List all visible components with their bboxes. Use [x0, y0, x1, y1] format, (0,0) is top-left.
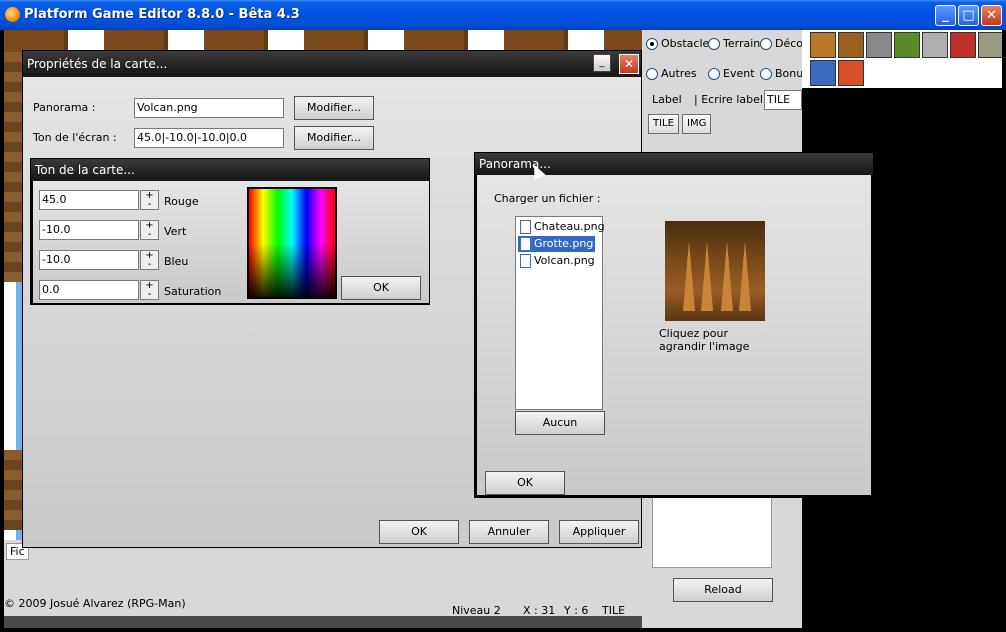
close-button[interactable]: ✕	[981, 5, 1002, 26]
dialog-close-button[interactable]: ✕	[619, 54, 639, 74]
file-icon	[520, 220, 531, 234]
list-item[interactable]: Chateau.png	[518, 219, 607, 235]
tile-swatch[interactable]	[922, 32, 948, 58]
saturation-value-input[interactable]: 0.0	[39, 280, 139, 300]
status-area: Fic © 2009 Josué Alvarez (RPG-Man) Nivea…	[4, 540, 642, 628]
minimize-button[interactable]: _	[935, 5, 956, 26]
radio-terrain[interactable]: Terrain	[708, 37, 760, 50]
tone-dialog-title: Ton de la carte...	[31, 159, 429, 181]
file-icon	[520, 254, 531, 268]
radio-indicator-icon	[708, 37, 720, 50]
img-button[interactable]: IMG	[682, 114, 712, 134]
green-value-input[interactable]: -10.0	[39, 220, 139, 240]
green-spinner[interactable]: + -	[140, 220, 159, 240]
load-file-label: Charger un fichier :	[494, 192, 601, 205]
panorama-dialog: Panorama... Charger un fichier : Chateau…	[474, 152, 874, 498]
tile-swatch[interactable]	[810, 60, 836, 86]
radio-autres[interactable]: Autres	[646, 67, 697, 80]
ton-modify-button[interactable]: Modifier...	[294, 126, 374, 150]
tile-swatch[interactable]	[950, 32, 976, 58]
window-title: Platform Game Editor 8.8.0 - Bêta 4.3	[24, 7, 300, 22]
dialog-minimize-button[interactable]: _	[593, 54, 611, 72]
tile-swatch[interactable]	[894, 32, 920, 58]
ton-label: Ton de l'écran :	[33, 131, 117, 144]
color-preview-grid[interactable]	[247, 187, 337, 299]
ton-field[interactable]: 45.0|-10.0|-10.0|0.0	[134, 128, 284, 148]
preview-spire	[701, 241, 713, 311]
reload-button[interactable]: Reload	[673, 578, 773, 602]
list-item[interactable]: Volcan.png	[518, 253, 597, 269]
tone-ok-button[interactable]: OK	[341, 276, 421, 300]
preview-caption-line1: Cliquez pour	[659, 327, 728, 340]
ecrire-label-caption: | Ecrire label :	[694, 93, 771, 106]
preview-spire	[721, 241, 733, 311]
radio-obstacle[interactable]: Obstacle	[646, 37, 709, 50]
apply-button[interactable]: Appliquer	[559, 520, 639, 544]
file-icon	[520, 237, 531, 251]
panorama-field[interactable]: Volcan.png	[134, 98, 284, 118]
tile-palette	[802, 30, 1002, 88]
file-list[interactable]: Chateau.png Grotte.png Volcan.png	[515, 216, 605, 410]
red-spinner[interactable]: + -	[140, 190, 159, 210]
status-bottom-bar	[4, 616, 642, 628]
preview-caption-line2: agrandir l'image	[659, 340, 750, 353]
app-icon	[5, 7, 20, 22]
preview-spire	[739, 241, 751, 311]
radio-decor[interactable]: Décor	[760, 37, 808, 50]
red-value-input[interactable]: 45.0	[39, 190, 139, 210]
map-top-tiles	[4, 30, 642, 52]
tile-button[interactable]: TILE	[648, 114, 679, 134]
list-item-selected[interactable]: Grotte.png	[518, 236, 596, 252]
tile-swatch[interactable]	[810, 32, 836, 58]
radio-indicator-icon	[646, 67, 658, 80]
radio-indicator-icon	[760, 37, 772, 50]
window-titlebar: Platform Game Editor 8.8.0 - Bêta 4.3 _ …	[0, 0, 1006, 30]
panorama-preview-image[interactable]	[665, 221, 765, 321]
label-input[interactable]: TILE	[764, 90, 802, 110]
cancel-button[interactable]: Annuler	[469, 520, 549, 544]
radio-indicator-icon	[760, 67, 772, 80]
panorama-dialog-body: Charger un fichier : Chateau.png Grotte.…	[477, 175, 871, 495]
blue-value-input[interactable]: -10.0	[39, 250, 139, 270]
blue-label: Bleu	[164, 255, 189, 268]
maximize-button[interactable]: □	[958, 5, 979, 26]
tone-dialog: Ton de la carte... 45.0 + - Rouge -10.0 +…	[30, 158, 430, 305]
preview-spire	[683, 241, 695, 311]
panorama-ok-button[interactable]: OK	[485, 471, 565, 495]
green-label: Vert	[164, 225, 187, 238]
tile-swatch[interactable]	[978, 32, 1002, 58]
red-label: Rouge	[164, 195, 199, 208]
ok-button[interactable]: OK	[379, 520, 459, 544]
blue-spinner[interactable]: + -	[140, 250, 159, 270]
tile-swatch[interactable]	[866, 32, 892, 58]
panorama-label: Panorama :	[33, 101, 96, 114]
tone-dialog-body: 45.0 + - Rouge -10.0 + - Vert -10.0 + - Ble…	[33, 181, 429, 303]
panorama-modify-button[interactable]: Modifier...	[294, 96, 374, 120]
radio-event[interactable]: Event	[708, 67, 755, 80]
tile-swatch[interactable]	[838, 32, 864, 58]
none-button[interactable]: Aucun	[515, 411, 605, 435]
saturation-label: Saturation	[164, 285, 222, 298]
dialog-title: Propriétés de la carte...	[23, 51, 641, 77]
copyright-text: © 2009 Josué Alvarez (RPG-Man)	[4, 597, 186, 610]
radio-indicator-icon	[708, 67, 720, 80]
radio-indicator-icon	[646, 37, 658, 50]
preview-box	[652, 490, 772, 568]
saturation-spinner[interactable]: + -	[140, 280, 159, 300]
tile-swatch[interactable]	[838, 60, 864, 86]
label-caption: Label	[652, 93, 682, 106]
